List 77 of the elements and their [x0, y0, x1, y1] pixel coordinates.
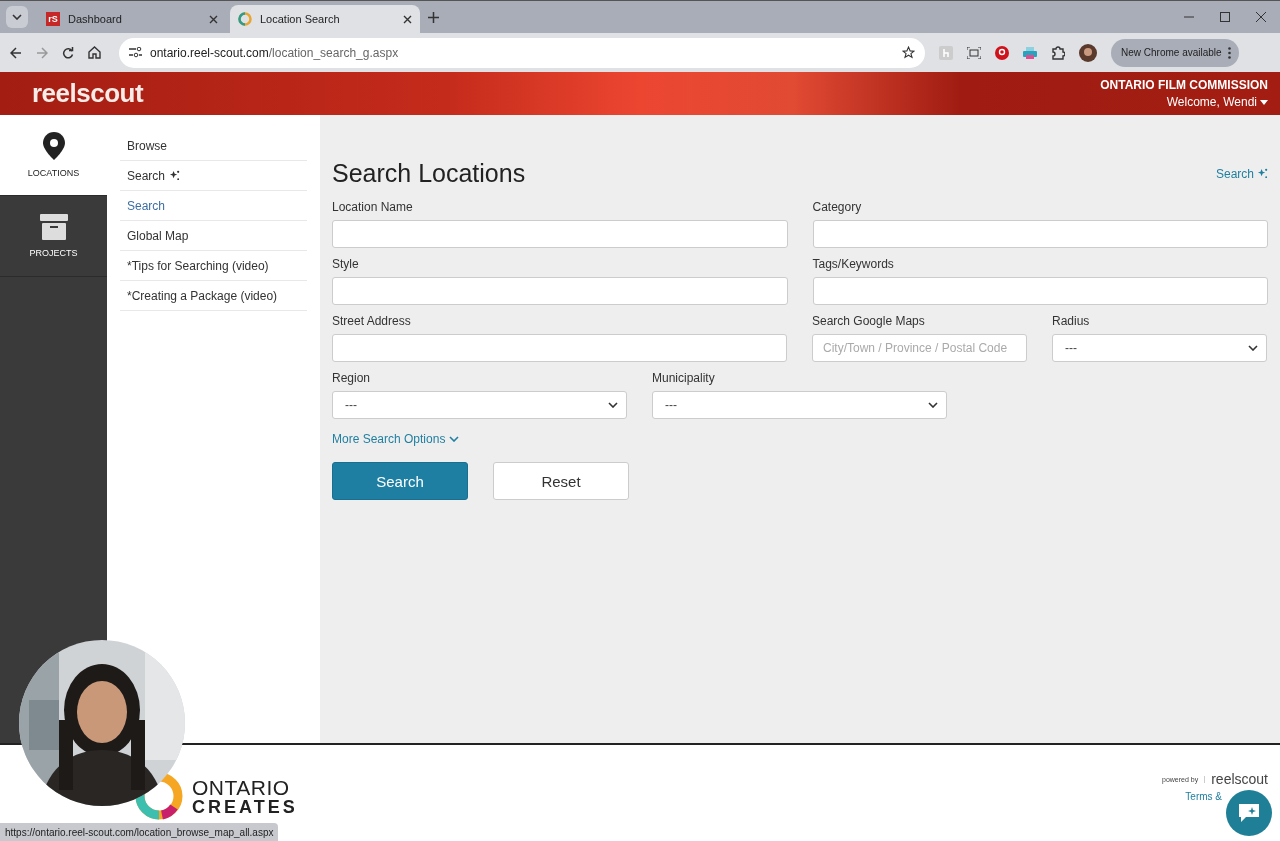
caret-icon	[1260, 99, 1268, 105]
terms-link[interactable]: Terms &	[1185, 791, 1222, 802]
more-options-link[interactable]: More Search Options	[332, 432, 460, 446]
logo-text: CREATES	[192, 797, 298, 816]
submenu-item[interactable]: Search	[120, 161, 307, 191]
dropdown[interactable]: ---	[652, 391, 947, 419]
ai-search-link[interactable]: Search	[1215, 166, 1268, 181]
close-icon[interactable]	[1256, 12, 1266, 22]
avatar-icon[interactable]	[1079, 43, 1097, 62]
maximize-icon[interactable]	[1220, 12, 1230, 22]
browser-tab[interactable]: Location Search	[230, 5, 420, 33]
printer-icon[interactable]	[1023, 46, 1037, 59]
puzzle-icon[interactable]	[1051, 45, 1065, 60]
address-bar[interactable]: ontario.reel-scout.com/location_search_g.aspx	[119, 37, 925, 68]
sparkle-icon	[169, 170, 181, 181]
field-label: Category	[812, 200, 863, 214]
input-field[interactable]: City/Town / Province / Postal Code	[812, 334, 1027, 362]
caret-icon	[12, 14, 22, 20]
update-button[interactable]: New Chrome available	[1111, 38, 1239, 67]
back-icon[interactable]	[10, 46, 22, 59]
field-label: Location Name	[332, 200, 414, 214]
submenu-item[interactable]: *Tips for Searching (video)	[120, 251, 307, 281]
input-field[interactable]	[332, 220, 788, 248]
submenu-item[interactable]: Search	[120, 191, 307, 221]
browser-tab[interactable]: rS Dashboard	[38, 5, 226, 33]
submenu-item[interactable]: Global Map	[120, 221, 307, 251]
more-icon	[1227, 46, 1231, 59]
url-text: ontario.reel-scout.com/location_search_g.aspx	[150, 45, 400, 60]
new-tab-icon[interactable]	[428, 11, 439, 23]
reelscout-logo[interactable]: reelscout	[32, 78, 144, 109]
map-pin-icon	[42, 132, 65, 160]
chevron-icon	[608, 402, 618, 408]
screen-capture-icon[interactable]	[967, 46, 981, 59]
tab-list-button[interactable]	[6, 6, 28, 28]
chevron-icon	[1248, 345, 1258, 351]
archive-box-icon	[39, 214, 68, 240]
site-settings-icon	[129, 47, 142, 58]
submenu-item[interactable]: *Creating a Package (video)	[120, 281, 307, 311]
submenu-item[interactable]: Browse	[120, 131, 307, 161]
favicon-icon	[238, 12, 252, 26]
search-button[interactable]: Search	[332, 462, 468, 500]
field-label: Region	[332, 371, 372, 385]
field-label: Style	[332, 257, 360, 271]
rail-item[interactable]: LOCATIONS	[0, 115, 107, 196]
favicon-icon: rS	[46, 12, 60, 26]
input-field[interactable]	[332, 334, 787, 362]
field-label: Street Address	[332, 314, 412, 328]
field-label: Municipality	[652, 371, 716, 385]
field-label: Tags/Keywords	[812, 257, 895, 271]
chat-button[interactable]	[1226, 790, 1272, 836]
chevron-icon	[928, 402, 938, 408]
input-field[interactable]	[812, 220, 1268, 248]
close-icon[interactable]	[403, 14, 412, 24]
dropdown[interactable]: ---	[332, 391, 627, 419]
reload-icon[interactable]	[62, 46, 74, 59]
tab-title: Dashboard	[68, 13, 123, 25]
dropdown[interactable]: ---	[1052, 334, 1267, 362]
field-label: Radius	[1052, 314, 1091, 328]
star-icon[interactable]	[902, 46, 915, 59]
chat-icon	[1237, 802, 1261, 824]
reset-button[interactable]: Reset	[493, 462, 629, 500]
extension-icon[interactable]	[995, 45, 1009, 60]
chevron-icon	[449, 436, 460, 442]
rail-item[interactable]: PROJECTS	[0, 196, 107, 277]
page-title: Search Locations	[332, 159, 526, 188]
sparkle-icon	[1257, 168, 1268, 179]
input-field[interactable]	[332, 277, 788, 305]
user-menu[interactable]: Welcome, Wendi	[1166, 95, 1268, 109]
logo-text: ONTARIO	[192, 776, 291, 798]
status-url: https://ontario.reel-scout.com/location_browse_map_all.aspx	[0, 823, 279, 841]
reelscout-logo: reelscout	[1211, 771, 1268, 787]
input-field[interactable]	[812, 277, 1268, 305]
close-icon[interactable]	[209, 14, 218, 24]
home-icon[interactable]	[88, 46, 101, 59]
tab-title: Location Search	[260, 13, 341, 25]
field-label: Search Google Maps	[812, 314, 926, 328]
organization-name: ONTARIO FILM COMMISSION	[1100, 78, 1268, 92]
